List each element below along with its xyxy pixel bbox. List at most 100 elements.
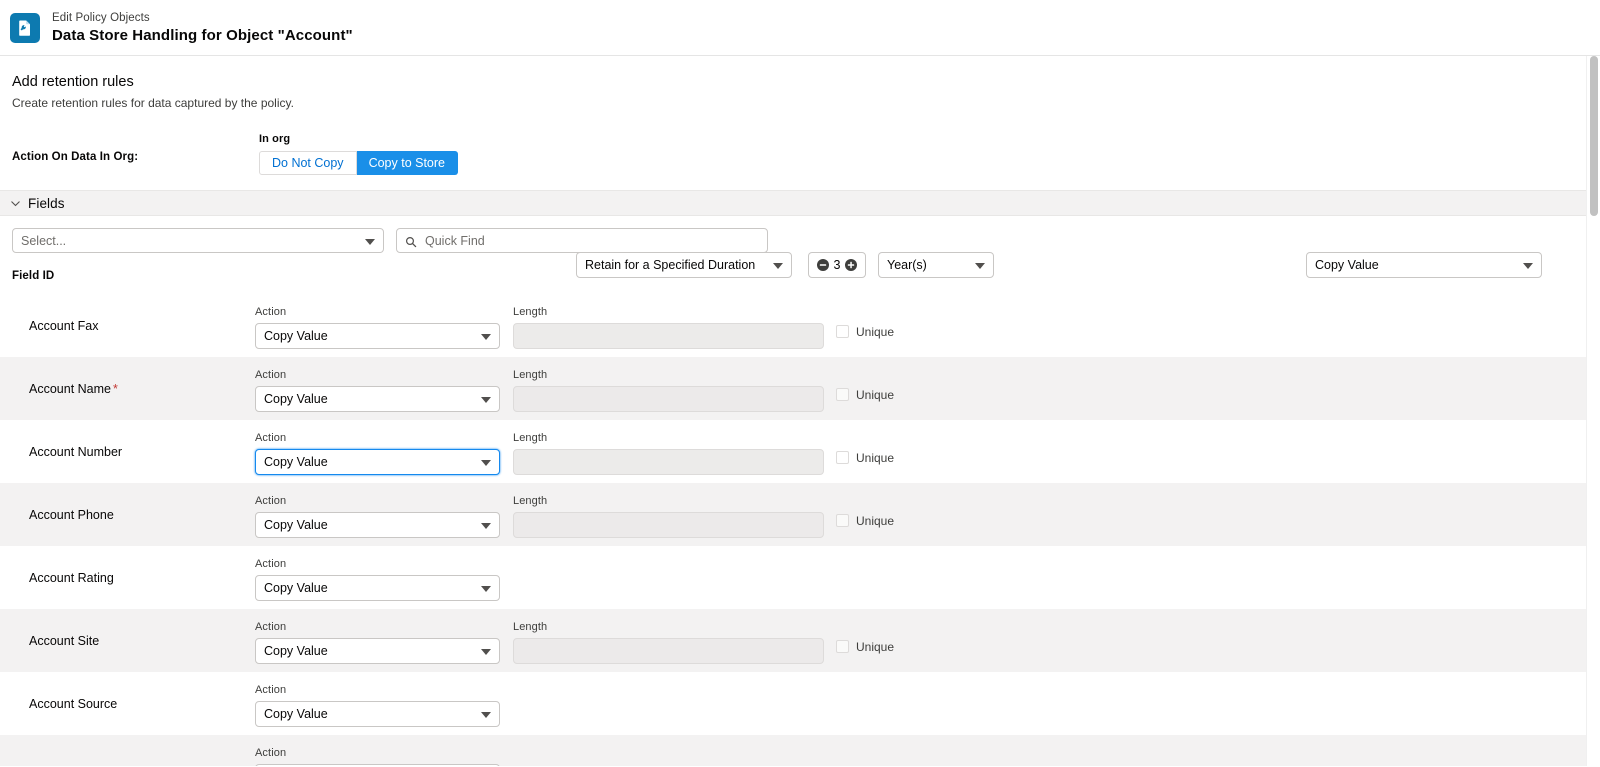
field-length-input[interactable]: [513, 638, 824, 664]
action-column: Action Copy Value: [255, 494, 500, 538]
action-label: Action: [255, 306, 287, 318]
scrollbar-thumb[interactable]: [1590, 56, 1598, 216]
unique-label: Unique: [856, 450, 895, 465]
duration-unit-select[interactable]: Year(s): [878, 252, 994, 278]
field-action-select[interactable]: Copy Value: [255, 638, 500, 664]
table-row: Account Rating Action Copy Value: [0, 546, 1600, 609]
retention-rules-intro: Add retention rules Create retention rul…: [0, 56, 1600, 112]
header-titles: Edit Policy Objects Data Store Handling …: [52, 11, 353, 45]
retention-mode-value: Retain for a Specified Duration: [585, 258, 756, 272]
in-org-label: In org: [259, 133, 291, 145]
unique-checkbox-wrapper: Unique: [836, 388, 894, 402]
chevron-down-icon: [773, 263, 783, 269]
do-not-copy-button[interactable]: Do Not Copy: [259, 151, 357, 175]
field-action-value: Copy Value: [264, 644, 328, 658]
action-column: Action Copy Value: [255, 431, 500, 475]
length-column: Length: [513, 620, 824, 664]
field-length-input[interactable]: [513, 449, 824, 475]
field-name: Account Phone: [29, 507, 114, 522]
page-header: Edit Policy Objects Data Store Handling …: [0, 0, 1600, 56]
chevron-down-icon: [365, 238, 375, 245]
vertical-scrollbar[interactable]: [1586, 56, 1600, 766]
unique-checkbox[interactable]: [836, 388, 849, 401]
action-column: Action Copy Value: [255, 620, 500, 664]
section-subtitle: Create retention rules for data captured…: [12, 96, 294, 110]
field-name: Account Name *: [29, 381, 118, 396]
length-label: Length: [513, 495, 548, 507]
action-column: Action Copy Value: [255, 368, 500, 412]
unique-checkbox-wrapper: Unique: [836, 325, 894, 339]
fields-section-header[interactable]: Fields: [0, 190, 1600, 216]
field-action-select[interactable]: [255, 764, 500, 766]
object-select[interactable]: Select...: [12, 228, 384, 253]
action-label: Action: [255, 747, 287, 759]
plus-circle-icon[interactable]: [845, 259, 858, 271]
field-action-select[interactable]: Copy Value: [255, 512, 500, 538]
field-action-value: Copy Value: [264, 455, 328, 469]
field-name: Account Source: [29, 696, 118, 711]
table-row: Account Source Action Copy Value: [0, 672, 1600, 735]
chevron-down-icon: [481, 397, 491, 403]
table-row: Account Fax Action Copy Value Length Uni…: [0, 294, 1600, 357]
unique-checkbox[interactable]: [836, 325, 849, 338]
copy-mode-button-group: Do Not Copy Copy to Store: [259, 151, 458, 175]
unique-checkbox[interactable]: [836, 451, 849, 464]
header-eyebrow: Edit Policy Objects: [52, 11, 150, 24]
field-action-select[interactable]: Copy Value: [255, 575, 500, 601]
table-row: Action: [0, 735, 1600, 766]
length-label: Length: [513, 432, 548, 444]
default-action-value: Copy Value: [1315, 258, 1379, 272]
length-label: Length: [513, 621, 548, 633]
minus-circle-icon[interactable]: [816, 259, 829, 271]
action-column: Action: [255, 746, 500, 766]
chevron-down-icon: [481, 712, 491, 718]
field-length-input[interactable]: [513, 386, 824, 412]
section-title: Add retention rules: [12, 74, 134, 90]
main-scroll-area: Add retention rules Create retention rul…: [0, 56, 1600, 766]
unique-checkbox-wrapper: Unique: [836, 640, 894, 654]
unique-checkbox[interactable]: [836, 640, 849, 653]
length-column: Length: [513, 494, 824, 538]
action-on-data-row: Action On Data In Org: In org Do Not Cop…: [0, 122, 1600, 278]
quick-find-input[interactable]: [396, 228, 768, 253]
action-label: Action: [255, 369, 287, 381]
chevron-down-icon: [481, 460, 491, 466]
action-column: Action Copy Value: [255, 305, 500, 349]
action-label: Action: [255, 684, 287, 696]
unique-checkbox-wrapper: Unique: [836, 514, 894, 528]
length-label: Length: [513, 369, 548, 381]
action-on-data-label: Action On Data In Org:: [12, 151, 139, 163]
unique-label: Unique: [856, 324, 895, 339]
duration-stepper[interactable]: 3: [808, 252, 866, 278]
field-action-value: Copy Value: [264, 329, 328, 343]
action-label: Action: [255, 558, 287, 570]
field-action-select[interactable]: Copy Value: [255, 449, 500, 475]
action-label: Action: [255, 621, 287, 633]
action-column: Action Copy Value: [255, 683, 500, 727]
field-rows-list: Account Fax Action Copy Value Length Uni…: [0, 294, 1600, 766]
retention-mode-select[interactable]: Retain for a Specified Duration: [576, 252, 792, 278]
copy-to-store-button[interactable]: Copy to Store: [356, 151, 458, 175]
quick-find-wrapper: [396, 228, 768, 253]
chevron-down-icon: [481, 586, 491, 592]
chevron-down-icon: [481, 334, 491, 340]
field-action-select[interactable]: Copy Value: [255, 323, 500, 349]
field-action-select[interactable]: Copy Value: [255, 386, 500, 412]
length-label: Length: [513, 306, 548, 318]
field-name: Account Fax: [29, 318, 99, 333]
action-label: Action: [255, 432, 287, 444]
action-column: Action Copy Value: [255, 557, 500, 601]
field-action-value: Copy Value: [264, 518, 328, 532]
duration-value: 3: [833, 258, 841, 272]
field-name: Account Rating: [29, 570, 114, 585]
unique-checkbox[interactable]: [836, 514, 849, 527]
chevron-down-icon: [975, 263, 985, 269]
field-action-select[interactable]: Copy Value: [255, 701, 500, 727]
object-select-value: Select...: [21, 233, 67, 248]
field-length-input[interactable]: [513, 323, 824, 349]
default-action-select[interactable]: Copy Value: [1306, 252, 1542, 278]
chevron-down-icon[interactable]: [8, 196, 22, 210]
field-length-input[interactable]: [513, 512, 824, 538]
in-org-toggle-group: In org Do Not Copy Copy to Store: [259, 132, 458, 175]
field-action-value: Copy Value: [264, 392, 328, 406]
